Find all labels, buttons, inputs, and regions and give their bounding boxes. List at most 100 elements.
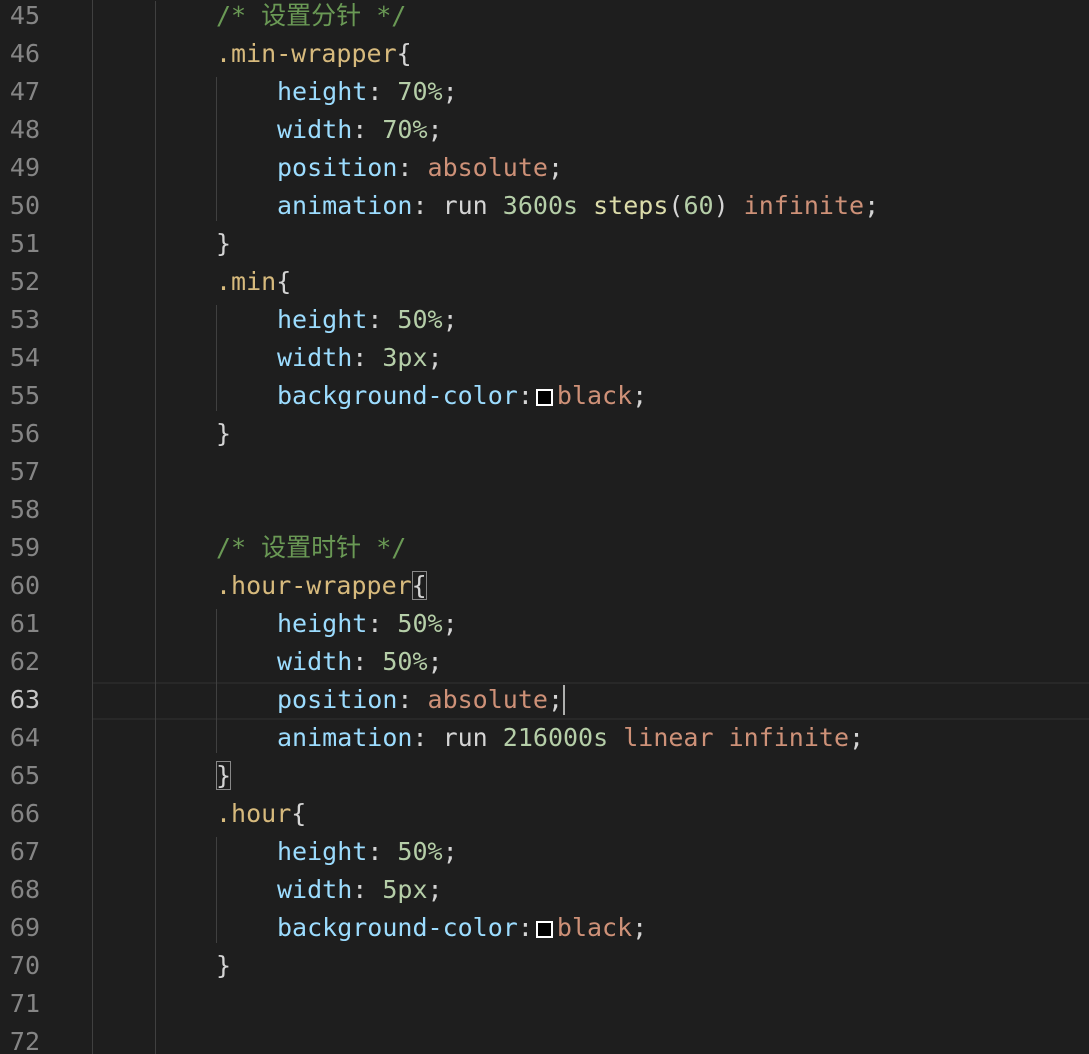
code-line[interactable]: } — [93, 947, 231, 985]
code-line[interactable]: position: absolute; — [93, 149, 563, 187]
code-token-brace: { — [276, 267, 292, 296]
line-number: 55 — [9, 381, 40, 410]
code-token-punct: ; — [849, 723, 865, 752]
code-token-selector: .hour — [216, 799, 292, 828]
code-line[interactable]: height: 50%; — [93, 301, 458, 339]
code-token-punct: : — [352, 115, 383, 144]
code-token-punct: ; — [442, 305, 458, 334]
code-token-prop: height — [277, 837, 368, 866]
code-token-kw: absolute — [427, 685, 548, 714]
code-token-brace: { — [396, 39, 412, 68]
code-token-brace: } — [216, 951, 232, 980]
line-number: 70 — [9, 951, 40, 980]
code-token-punct: ; — [427, 647, 443, 676]
line-number: 61 — [9, 609, 40, 638]
code-token-punct: : — [367, 305, 398, 334]
code-line[interactable]: width: 3px; — [93, 339, 443, 377]
code-token-punct: ; — [547, 153, 564, 182]
code-line[interactable]: /* 设置时针 */ — [93, 529, 406, 567]
code-line[interactable]: width: 50%; — [93, 643, 443, 681]
code-token-prop: animation — [277, 723, 413, 752]
code-token-kw: infinite — [728, 723, 850, 752]
code-line[interactable]: width: 5px; — [93, 871, 443, 909]
code-token-punct: ; — [547, 685, 564, 714]
code-editor[interactable]: 45/* 设置分针 */46 .min-wrapper{47 height: 70%… — [0, 0, 1089, 1054]
code-line[interactable]: .hour-wrapper{ — [93, 567, 427, 605]
color-swatch-icon[interactable] — [535, 389, 553, 406]
code-token-punct: : — [352, 343, 383, 372]
code-token-brace: } — [216, 229, 232, 258]
line-number: 46 — [9, 39, 40, 68]
code-token-num: 50% — [397, 305, 443, 334]
line-number: 63 — [9, 685, 40, 714]
outer-indent-guide — [155, 1, 156, 1054]
code-token-punct: : — [397, 153, 428, 182]
code-token-num: 70% — [397, 77, 443, 106]
code-line[interactable]: position: absolute; — [93, 681, 566, 719]
line-number: 64 — [9, 723, 40, 752]
code-line[interactable]: background-color: black; — [93, 377, 647, 415]
code-token-prop: height — [277, 305, 368, 334]
line-number: 51 — [9, 229, 40, 258]
code-token-punct: : — [517, 913, 533, 942]
code-line[interactable]: width: 70%; — [93, 111, 443, 149]
block-indent-guide — [216, 77, 217, 221]
code-token-brace: { — [291, 799, 307, 828]
code-token-brace: } — [216, 419, 232, 448]
code-line[interactable]: .min-wrapper{ — [93, 35, 412, 73]
line-number: 68 — [9, 875, 40, 904]
code-token-punct: : — [352, 647, 383, 676]
code-token-num: 50% — [397, 609, 443, 638]
block-indent-guide — [216, 609, 217, 753]
code-token-selector: .min — [216, 267, 277, 296]
code-line[interactable]: .min{ — [93, 263, 291, 301]
code-token-punct: ; — [632, 381, 648, 410]
line-number: 57 — [9, 457, 40, 486]
code-token-punct: ; — [632, 913, 648, 942]
code-line[interactable]: } — [93, 757, 232, 795]
line-number: 58 — [9, 495, 40, 524]
code-token-punct: ; — [427, 875, 443, 904]
code-token-num: 50% — [382, 647, 428, 676]
code-line[interactable]: } — [93, 225, 231, 263]
line-number: 54 — [9, 343, 40, 372]
code-line[interactable]: height: 50%; — [93, 605, 458, 643]
code-token-prop: width — [277, 343, 353, 372]
code-token-prop: position — [277, 153, 398, 182]
code-token-punct: : — [412, 191, 443, 220]
line-number: 71 — [9, 989, 40, 1018]
code-token-num: 5px — [382, 875, 428, 904]
code-line[interactable]: /* 设置分针 */ — [93, 0, 406, 35]
code-line[interactable]: animation: run 216000s linear infinite; — [93, 719, 864, 757]
code-line[interactable]: height: 70%; — [93, 73, 458, 111]
code-token-prop: height — [277, 77, 368, 106]
code-token-prop: width — [277, 875, 353, 904]
line-number: 67 — [9, 837, 40, 866]
code-token-num: 50% — [397, 837, 443, 866]
code-token-comment: /* 设置分针 */ — [216, 1, 407, 30]
code-line[interactable]: animation: run 3600s steps(60) infinite; — [93, 187, 879, 225]
code-token-punct: ; — [442, 837, 458, 866]
code-token-prop: width — [277, 115, 353, 144]
code-line[interactable]: background-color: black; — [93, 909, 647, 947]
code-token-prop: width — [277, 647, 353, 676]
code-token-num: 3px — [382, 343, 428, 372]
code-token-num: 60 — [683, 191, 714, 220]
code-line[interactable]: height: 50%; — [93, 833, 458, 871]
code-token-punct: : — [397, 685, 428, 714]
code-line[interactable]: .hour{ — [93, 795, 306, 833]
code-token-punct: ( — [668, 191, 684, 220]
line-number: 56 — [9, 419, 40, 448]
code-token-kw: infinite — [743, 191, 865, 220]
code-line[interactable]: } — [93, 415, 231, 453]
code-token-brace-match: { — [411, 571, 427, 600]
code-token-punct: : — [367, 609, 398, 638]
code-token-punct: : — [352, 875, 383, 904]
color-swatch-icon[interactable] — [535, 921, 553, 938]
code-token-punct: : — [367, 77, 398, 106]
line-number: 69 — [9, 913, 40, 942]
code-token-punct: : — [412, 723, 443, 752]
code-token-num: 216000s — [502, 723, 609, 752]
code-token-kw: linear — [623, 723, 714, 752]
